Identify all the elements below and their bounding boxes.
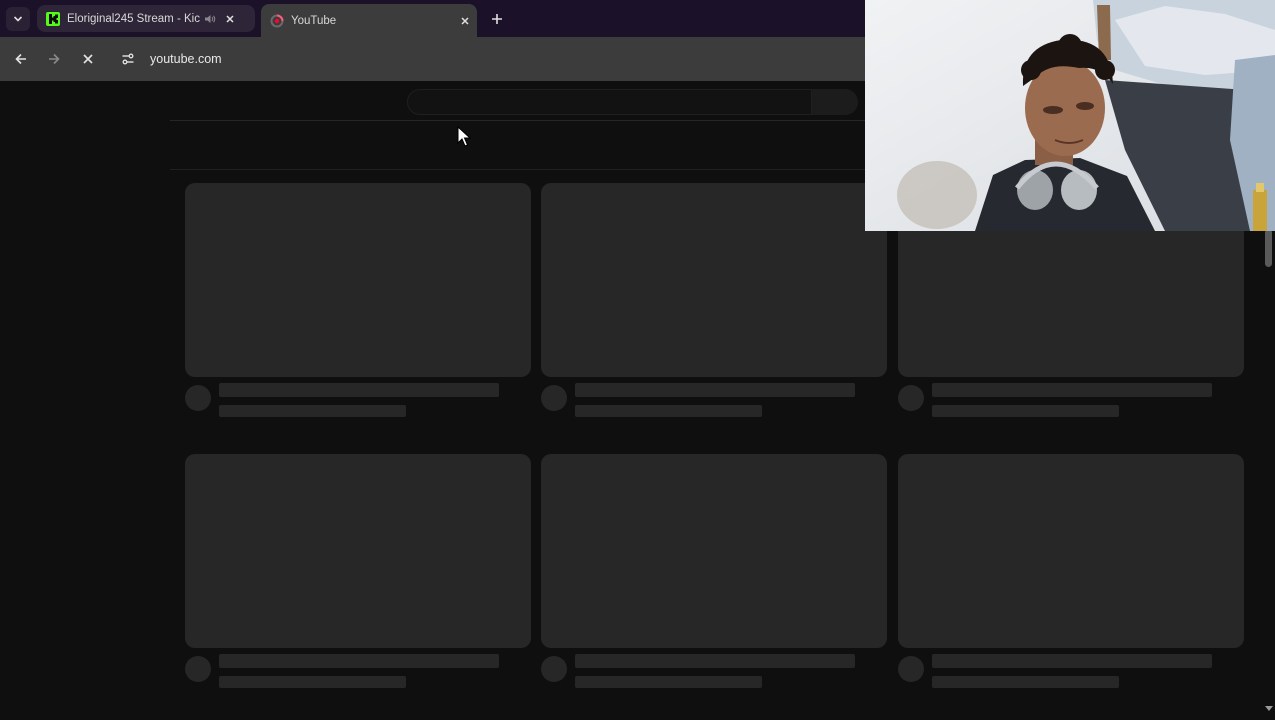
title-placeholder [219,654,499,668]
title-placeholder [219,383,499,397]
thumbnail-placeholder [185,183,531,377]
tab-title: YouTube [291,14,337,27]
thumbnail-placeholder [541,183,887,377]
new-tab-button[interactable] [485,7,509,31]
arrow-left-icon [15,53,26,65]
avatar-placeholder [898,385,924,411]
arrow-right-icon [49,53,60,65]
avatar-placeholder [541,656,567,682]
url-text: youtube.com [150,52,222,66]
scroll-down-icon[interactable] [1264,704,1274,714]
avatar-placeholder [541,385,567,411]
webcam-overlay [865,0,1275,231]
search-button[interactable] [812,89,858,115]
mouse-cursor [457,126,471,147]
thumbnail-placeholder [541,454,887,648]
close-icon [83,54,93,64]
tab-kick-stream[interactable]: Eloriginal245 Stream - Kick [37,5,255,32]
title-placeholder [575,654,855,668]
subtitle-placeholder [932,676,1119,688]
close-tab-button[interactable] [222,11,238,27]
thumbnail-placeholder [898,454,1244,648]
plus-icon [492,14,502,24]
video-card-placeholder [541,183,887,421]
browser-window: Eloriginal245 Stream - Kick YouTube yout… [0,0,1275,720]
chip-bar-divider [170,169,870,170]
loading-spinner-icon [270,14,284,27]
tab-search-button[interactable] [6,7,30,31]
title-placeholder [932,383,1212,397]
subtitle-placeholder [575,405,762,417]
back-button[interactable] [9,47,33,71]
tab-title: Eloriginal245 Stream - Kick [67,12,200,25]
title-placeholder [575,383,855,397]
scrollbar-thumb[interactable] [1265,229,1272,267]
search-input[interactable] [407,89,812,115]
thumbnail-placeholder [185,454,531,648]
address-bar[interactable]: youtube.com [112,43,872,75]
subtitle-placeholder [575,676,762,688]
video-card-placeholder [185,454,531,692]
tab-youtube[interactable]: YouTube [261,4,477,37]
site-settings-icon[interactable] [116,47,140,71]
close-tab-button[interactable] [457,13,473,29]
video-card-placeholder [898,454,1244,692]
subtitle-placeholder [932,405,1119,417]
chevron-down-icon [13,16,23,22]
subtitle-placeholder [219,405,406,417]
webcam-feed-image [865,0,1275,231]
avatar-placeholder [185,656,211,682]
title-placeholder [932,654,1212,668]
stop-loading-button[interactable] [76,47,100,71]
subtitle-placeholder [219,676,406,688]
header-divider [170,120,870,121]
forward-button[interactable] [42,47,66,71]
video-card-placeholder [185,183,531,421]
kick-icon [46,11,60,26]
close-icon [226,14,234,23]
speaker-icon[interactable] [204,13,216,25]
close-icon [461,16,469,25]
video-card-placeholder [541,454,887,692]
avatar-placeholder [898,656,924,682]
avatar-placeholder [185,385,211,411]
